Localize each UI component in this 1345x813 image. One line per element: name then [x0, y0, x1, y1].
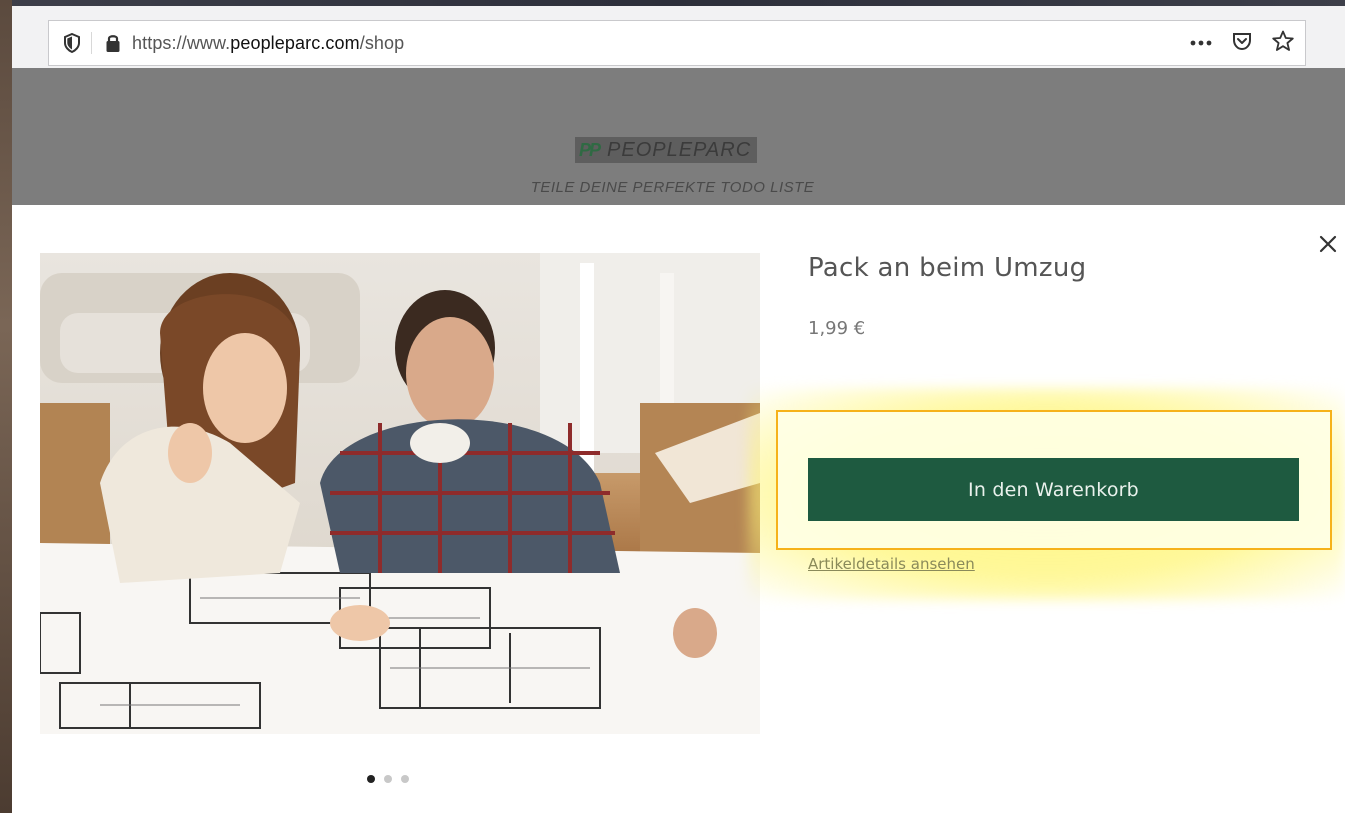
gallery-dot-2[interactable]: [384, 775, 392, 783]
window-frame-left: [0, 0, 12, 813]
gallery-pagination: [367, 775, 409, 783]
url-text: https://www.peopleparc.com/shop: [132, 33, 404, 54]
lock-icon[interactable]: [100, 30, 126, 56]
product-title: Pack an beim Umzug: [808, 253, 1087, 283]
close-icon[interactable]: [1316, 232, 1340, 256]
gallery-dot-3[interactable]: [401, 775, 409, 783]
url-domain: peopleparc.com: [230, 32, 360, 53]
url-path: /shop: [359, 32, 405, 53]
url-prefix: https://www.: [132, 32, 231, 53]
divider: [91, 32, 92, 54]
pocket-icon[interactable]: [1231, 30, 1253, 57]
logo-name: PEOPLEPARC: [607, 138, 752, 161]
product-image: [40, 253, 760, 734]
more-icon[interactable]: [1189, 34, 1213, 52]
url-actions: [1189, 27, 1295, 59]
star-icon[interactable]: [1271, 29, 1295, 58]
address-bar[interactable]: https://www.peopleparc.com/shop: [48, 20, 1306, 66]
logo-mark: PP: [579, 139, 601, 160]
site-tagline: TEILE DEINE PERFEKTE TODO LISTE: [530, 179, 815, 196]
view-details-link[interactable]: Artikeldetails ansehen: [808, 555, 975, 573]
gallery-dot-1[interactable]: [367, 775, 375, 783]
product-price: 1,99 €: [808, 318, 866, 339]
browser-toolbar: https://www.peopleparc.com/shop: [12, 6, 1345, 68]
shield-icon[interactable]: [59, 30, 85, 56]
site-logo[interactable]: PP PEOPLEPARC: [575, 137, 758, 163]
add-to-cart-button[interactable]: In den Warenkorb: [808, 458, 1299, 521]
